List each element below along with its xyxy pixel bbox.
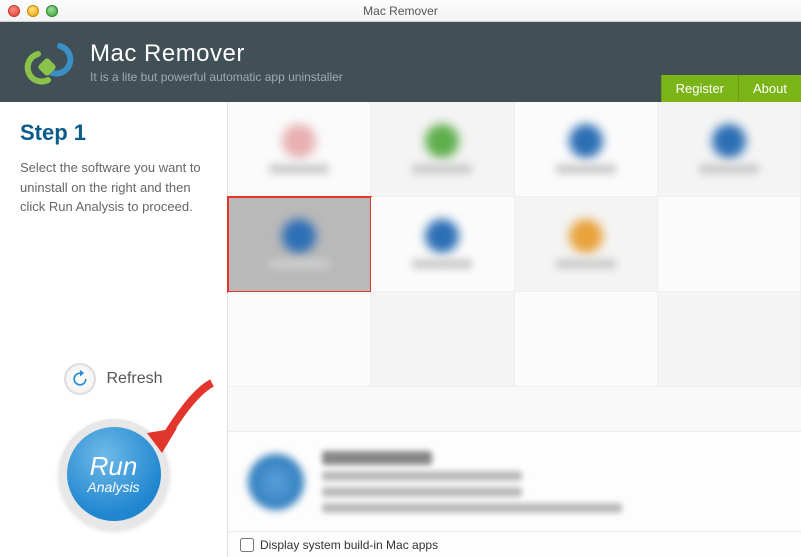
display-system-apps-toggle[interactable]: Display system build-in Mac apps [240,538,438,552]
app-icon [569,124,603,158]
detail-app-icon [248,454,304,510]
run-analysis-wrap: Run Analysis [0,409,227,557]
register-button[interactable]: Register [661,75,738,102]
detail-install-date [322,503,622,513]
app-grid[interactable] [228,102,801,431]
app-cell[interactable] [515,197,658,292]
titlebar: Mac Remover [0,0,801,22]
main-area: Step 1 Select the software you want to u… [0,102,801,557]
app-cell[interactable] [515,102,658,197]
window-title: Mac Remover [363,4,438,18]
step-panel: Step 1 Select the software you want to u… [0,102,227,235]
app-label [269,259,329,269]
traffic-lights [8,5,58,17]
app-icon [569,219,603,253]
app-subtitle: It is a lite but powerful automatic app … [90,70,343,84]
app-cell[interactable] [371,292,514,387]
app-icon [282,219,316,253]
detail-version [322,487,522,497]
content-area: Display system build-in Mac apps [228,102,801,557]
display-system-apps-checkbox[interactable] [240,538,254,552]
app-cell[interactable] [515,292,658,387]
run-analysis-label-top: Run [90,453,138,479]
app-logo-icon [20,34,76,90]
app-cell[interactable] [658,102,801,197]
app-icon [425,219,459,253]
footer: Display system build-in Mac apps [228,531,801,557]
about-button[interactable]: About [738,75,801,102]
app-cell[interactable] [371,102,514,197]
detail-app-name [322,451,432,465]
refresh-icon [64,363,96,395]
zoom-window-button[interactable] [46,5,58,17]
detail-text [322,451,622,513]
app-cell[interactable] [228,102,371,197]
minimize-window-button[interactable] [27,5,39,17]
app-header: Mac Remover It is a lite but powerful au… [0,22,801,102]
app-label [269,164,329,174]
close-window-button[interactable] [8,5,20,17]
app-label [412,259,472,269]
step-description: Select the software you want to uninstal… [20,158,207,217]
app-icon [282,124,316,158]
step-title: Step 1 [20,120,207,146]
refresh-label: Refresh [106,370,162,388]
app-label [556,164,616,174]
refresh-button[interactable]: Refresh [0,349,227,409]
app-cell[interactable] [228,292,371,387]
app-cell[interactable] [228,197,371,292]
app-cell[interactable] [371,197,514,292]
detail-publisher [322,471,522,481]
app-cell[interactable] [658,292,801,387]
app-label [412,164,472,174]
display-system-apps-label: Display system build-in Mac apps [260,538,438,552]
app-icon [712,124,746,158]
header-buttons: Register About [661,75,801,102]
run-analysis-label-bottom: Analysis [87,479,139,495]
app-cell[interactable] [658,197,801,292]
app-label [556,259,616,269]
sidebar: Step 1 Select the software you want to u… [0,102,228,557]
app-title: Mac Remover [90,40,343,68]
app-detail-panel [228,431,801,531]
app-label [699,164,759,174]
logo: Mac Remover It is a lite but powerful au… [20,34,343,90]
run-analysis-button[interactable]: Run Analysis [59,419,169,529]
app-icon [425,124,459,158]
